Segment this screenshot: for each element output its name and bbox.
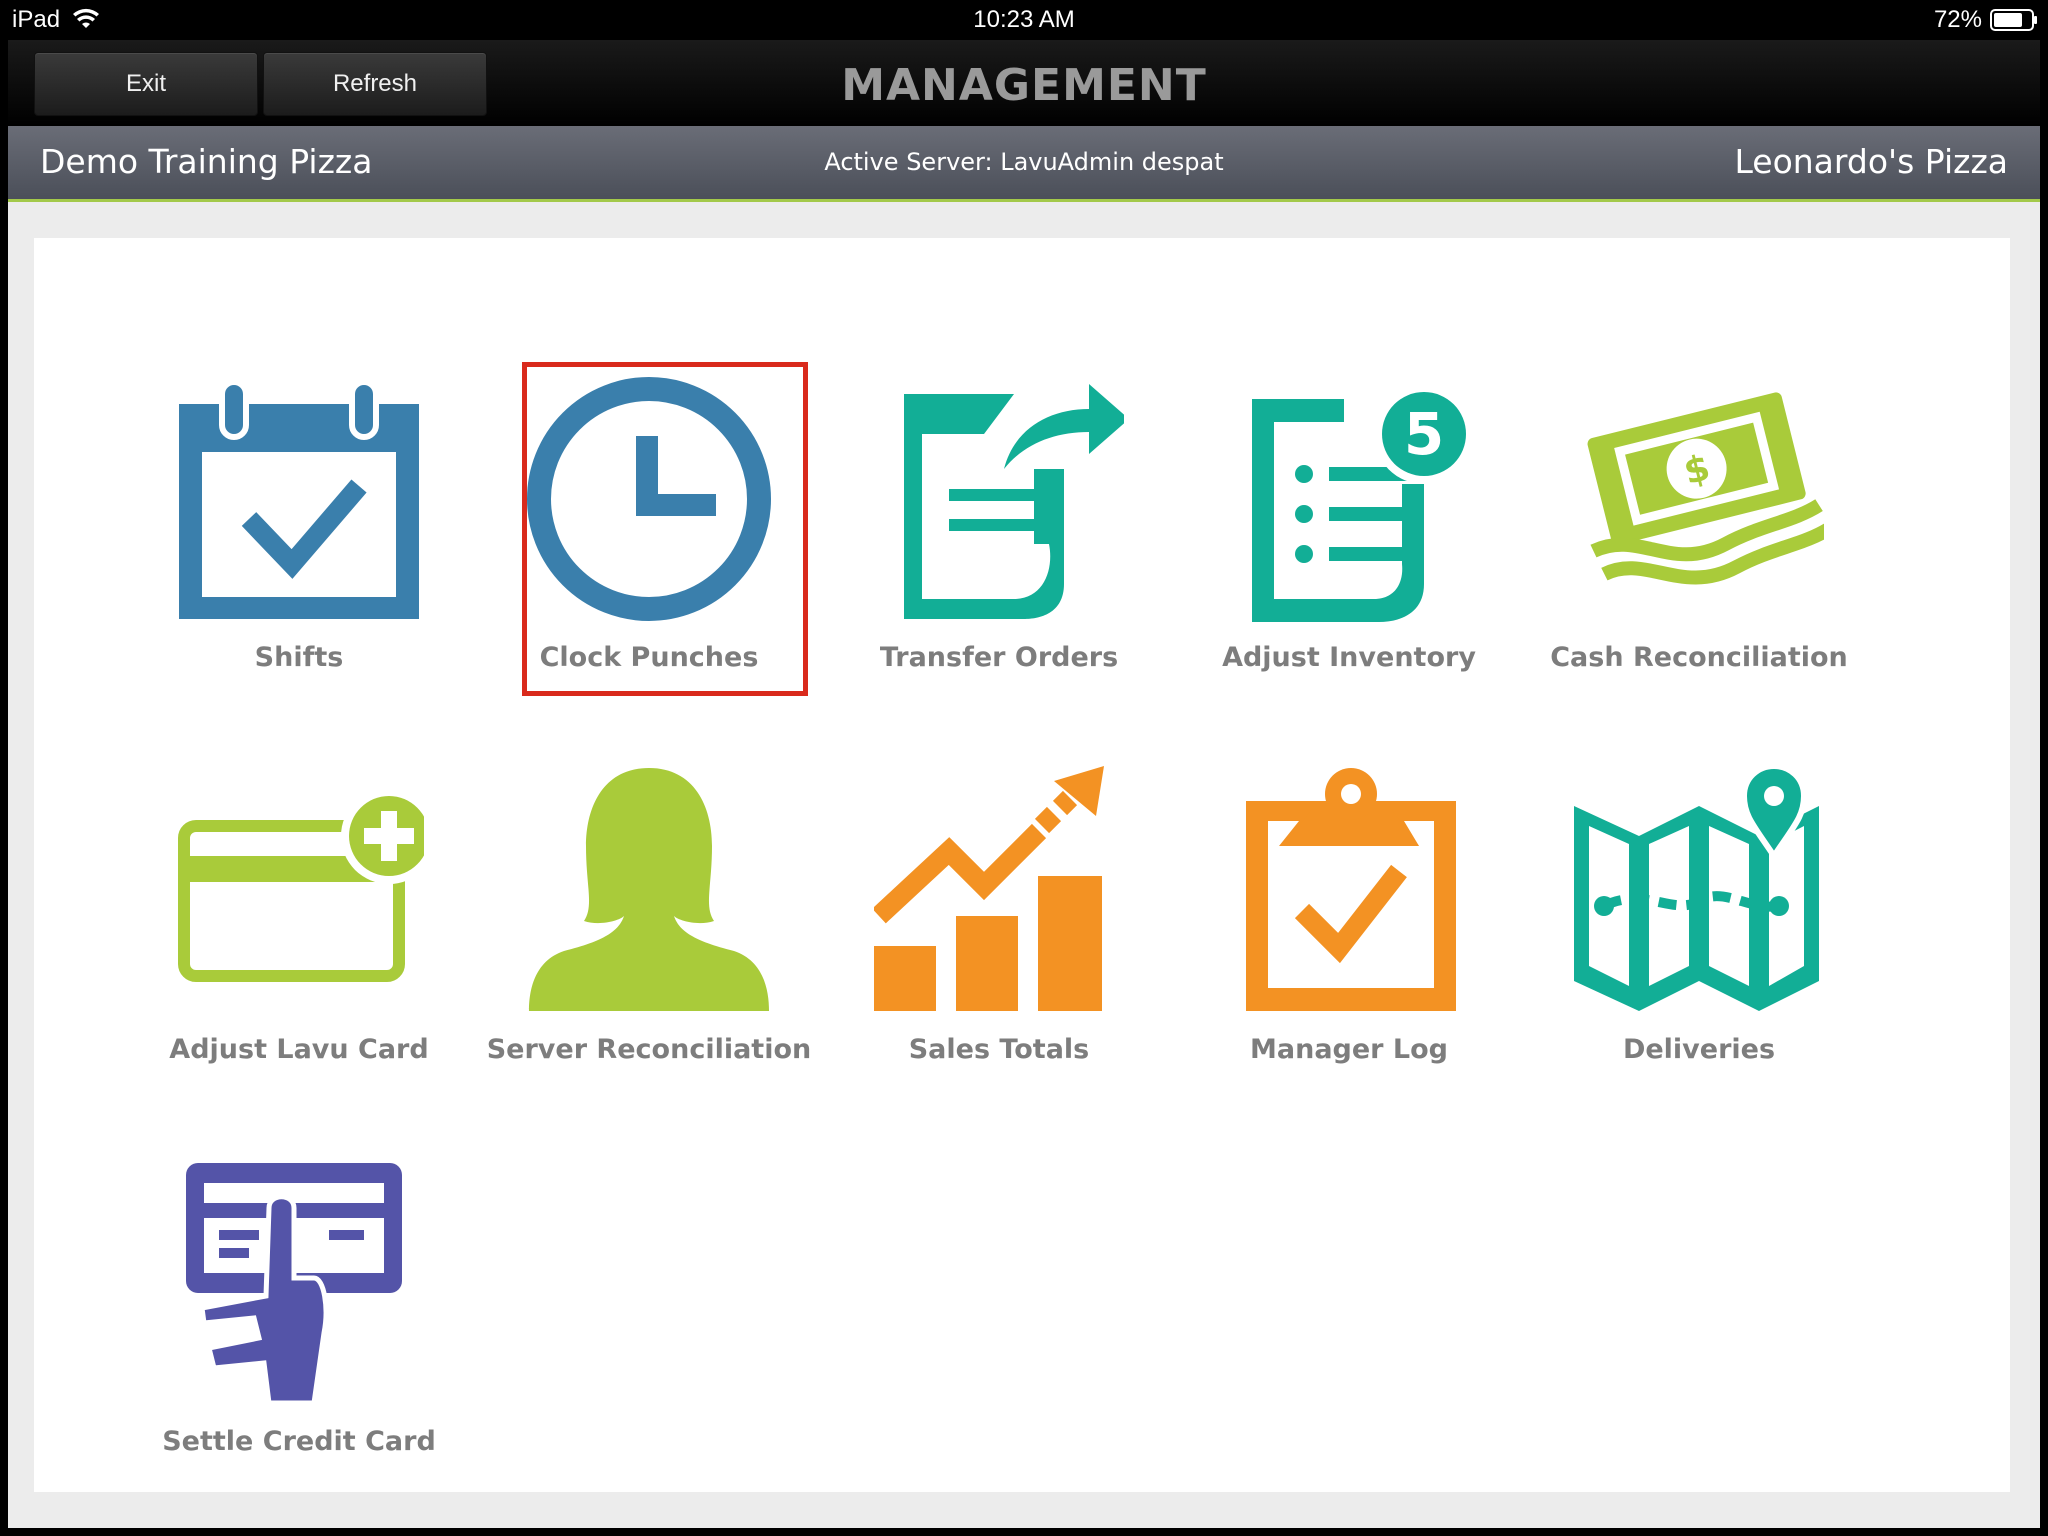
tile-shifts[interactable]: Shifts [134,374,464,704]
app-header: Exit Refresh MANAGEMENT [8,40,2040,126]
tile-label: Server Reconciliation [486,1034,812,1065]
content-area: Shifts Clock Punches Transfer Orders 5 A… [8,202,2040,1528]
info-bar: Demo Training Pizza Active Server: LavuA… [8,126,2040,202]
tile-label: Shifts [254,642,344,673]
tile-label: Sales Totals [908,1034,1090,1065]
hand-card-icon [186,1163,402,1406]
tile-sales-totals[interactable]: Sales Totals [834,766,1164,1096]
calendar-check-icon [179,379,419,619]
battery-percent: 72% [1933,6,1982,33]
inventory-list-icon: 5 [1252,384,1474,622]
tile-label: Settle Credit Card [162,1426,436,1457]
clipboard-check-icon [1246,768,1456,1011]
person-icon [529,768,769,1011]
tile-adjust-lavu-card[interactable]: Adjust Lavu Card [134,766,464,1096]
tile-label: Deliveries [1622,1034,1776,1065]
tile-label: Cash Reconciliation [1550,642,1848,673]
sales-chart-icon [874,766,1104,1011]
tile-settle-credit-card[interactable]: Settle Credit Card [134,1158,464,1488]
tile-manager-log[interactable]: Manager Log [1184,766,1514,1096]
document-transfer-icon [904,384,1124,619]
battery-icon [1990,9,2037,31]
tile-label: Transfer Orders [879,642,1119,673]
cash-money-icon: $ [1587,392,1824,585]
tile-label: Manager Log [1250,1034,1448,1065]
tile-adjust-inventory[interactable]: 5 Adjust Inventory [1184,374,1514,704]
tile-transfer-orders[interactable]: Transfer Orders [834,374,1164,704]
restaurant-name: Leonardo's Pizza [1734,142,2008,181]
tile-deliveries[interactable]: Deliveries [1534,766,1864,1096]
page-title: MANAGEMENT [841,60,1207,111]
status-time: 10:23 AM [973,6,1075,33]
tile-label: Adjust Inventory [1222,642,1476,673]
management-grid: Shifts Clock Punches Transfer Orders 5 A… [34,238,2010,1492]
selection-highlight [522,362,808,696]
inventory-badge: 5 [1404,400,1444,468]
status-bar: iPad 10:23 AM 72% [0,0,2048,40]
tile-server-reconciliation[interactable]: Server Reconciliation [484,766,814,1096]
tile-cash-reconciliation[interactable]: $ Cash Reconciliation [1534,374,1864,704]
card-add-icon [178,788,424,982]
map-pin-icon [1574,766,1819,1011]
tile-label: Adjust Lavu Card [169,1034,429,1065]
